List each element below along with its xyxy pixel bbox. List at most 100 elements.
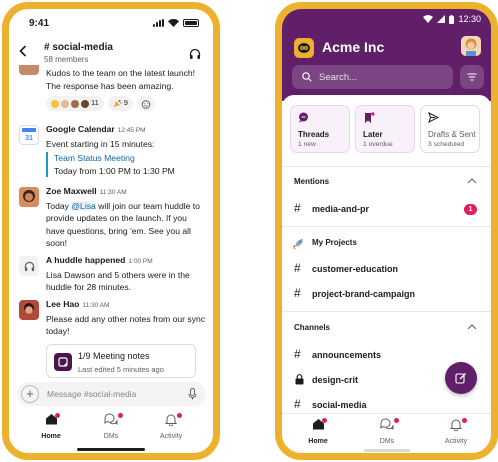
attach-button[interactable]: + xyxy=(21,385,39,403)
projects-section-header[interactable]: My Projects xyxy=(282,234,491,254)
status-icons xyxy=(153,19,199,27)
dms-icon xyxy=(104,413,118,425)
hash-icon: # xyxy=(294,261,301,275)
tab-home[interactable]: Home xyxy=(288,418,348,445)
battery-icon xyxy=(183,19,199,27)
reaction-clap[interactable]: 11 xyxy=(46,96,104,112)
headphones-icon xyxy=(189,48,201,59)
tab-label: Home xyxy=(308,438,328,445)
message-text: Kudos to the team on the latest launch! … xyxy=(46,68,196,91)
tab-home[interactable]: Home xyxy=(21,413,81,440)
send-icon xyxy=(428,112,439,123)
tab-activity[interactable]: Activity xyxy=(426,418,486,445)
channel-row-media-and-pr[interactable]: # media-and-pr 1 xyxy=(282,198,491,220)
card-sub: 1 overdue xyxy=(363,141,393,148)
tab-activity[interactable]: Activity xyxy=(141,413,201,440)
filter-icon xyxy=(467,73,477,81)
tab-label: Activity xyxy=(444,438,468,445)
dms-icon xyxy=(380,418,394,430)
threads-card[interactable]: Threads 1 new xyxy=(290,105,350,153)
phone-channel-view: 9:41 # social-media 58 members Kudos to … xyxy=(2,2,220,460)
channel-name: project-brand-campaign xyxy=(312,289,416,299)
workspace-logo[interactable] xyxy=(294,38,314,58)
message-body: Google Calendar 12:45 PM Event starting i… xyxy=(46,123,206,178)
rocket-icon xyxy=(292,239,303,250)
compose-button[interactable] xyxy=(445,362,477,394)
message-text: Event starting in 15 minutes: xyxy=(46,138,155,149)
avatar[interactable] xyxy=(19,300,39,320)
huddle-button[interactable] xyxy=(189,47,201,65)
canvas-attachment[interactable]: 1/9 Meeting notes Last edited 5 minutes … xyxy=(46,343,196,378)
microphone-icon xyxy=(188,388,197,400)
status-bar: 12:30 xyxy=(423,14,481,24)
tab-dms[interactable]: DMs xyxy=(81,413,141,440)
svg-text:31: 31 xyxy=(25,135,33,142)
member-count[interactable]: 58 members xyxy=(44,55,88,64)
add-emoji-icon xyxy=(141,99,151,109)
search-bar[interactable]: Search... xyxy=(292,65,453,89)
avatar[interactable] xyxy=(19,187,39,207)
signal-icon xyxy=(437,15,446,23)
sender-name[interactable]: Google Calendar xyxy=(46,124,115,134)
user-mention[interactable]: @Lisa xyxy=(71,200,96,211)
tab-label: DMs xyxy=(379,438,395,445)
message-feed: Kudos to the team on the latest launch! … xyxy=(9,65,213,379)
search-placeholder[interactable]: Search... xyxy=(319,72,357,83)
attachment-title: 1/9 Meeting notes xyxy=(78,350,150,361)
channel-name: announcements xyxy=(312,350,382,360)
hash-icon: # xyxy=(294,286,301,300)
message-body: A huddle happened 1:00 PM Lisa Dawson and… xyxy=(46,254,206,294)
divider xyxy=(282,311,491,312)
channel-row-customer-education[interactable]: # customer-education xyxy=(282,258,491,280)
sender-name: A huddle happened xyxy=(46,255,126,265)
filter-button[interactable] xyxy=(460,65,484,89)
search-icon xyxy=(302,72,312,82)
timestamp: 12:45 PM xyxy=(117,127,146,134)
message-body: Lee Hao 11:30 AM Please add any other not… xyxy=(46,298,206,378)
divider xyxy=(282,226,491,227)
reaction-party[interactable]: 9 xyxy=(107,96,133,112)
channel-row-social-media[interactable]: # social-media xyxy=(282,394,491,411)
google-calendar-icon[interactable]: 31 xyxy=(19,125,39,145)
drafts-card[interactable]: Drafts & Sent 3 scheduled xyxy=(420,105,480,153)
attachment-subtitle: Last edited 5 minutes ago xyxy=(78,364,164,374)
hash-icon: # xyxy=(294,201,301,215)
back-button[interactable] xyxy=(19,45,27,59)
chevron-left-icon xyxy=(19,45,27,57)
channel-name: social-media xyxy=(312,400,367,410)
channels-section-header[interactable]: Channels xyxy=(282,319,491,339)
channel-name: design-crit xyxy=(312,375,359,385)
compose-icon xyxy=(455,373,466,384)
reaction-bar: 11 9 xyxy=(46,96,206,112)
clapping-hands-icon xyxy=(51,99,59,108)
section-title: Mentions xyxy=(294,177,330,186)
event-title-link[interactable]: Team Status Meeting xyxy=(54,152,206,165)
avatar[interactable] xyxy=(19,65,39,75)
sender-name[interactable]: Zoe Maxwell xyxy=(46,186,97,196)
profile-avatar[interactable] xyxy=(461,36,481,56)
clapping-hands-icon xyxy=(61,99,69,108)
timestamp: 11:30 AM xyxy=(82,302,110,309)
message-text: Please add any other notes from our sync… xyxy=(46,313,206,337)
channel-name: customer-education xyxy=(312,264,399,274)
mentions-section-header[interactable]: Mentions xyxy=(282,173,491,193)
sender-name[interactable]: Lee Hao xyxy=(46,299,79,309)
message-text: Today @Lisa will join our team huddle to… xyxy=(46,200,206,250)
add-reaction-button[interactable] xyxy=(136,96,155,112)
tab-label: Home xyxy=(41,433,61,440)
battery-icon xyxy=(449,14,455,24)
divider xyxy=(282,166,491,167)
channel-title[interactable]: # social-media xyxy=(44,42,113,53)
reaction-count: 11 xyxy=(91,98,99,108)
channel-row-project-brand-campaign[interactable]: # project-brand-campaign xyxy=(282,283,491,305)
channel-name: media-and-pr xyxy=(312,204,370,214)
bookmark-icon xyxy=(365,112,375,123)
microphone-button[interactable] xyxy=(188,387,197,405)
workspace-name[interactable]: Acme Inc xyxy=(322,39,384,55)
home-indicator xyxy=(364,449,410,452)
message-composer[interactable]: + Message #social-media xyxy=(17,382,206,406)
status-time: 12:30 xyxy=(458,14,481,24)
composer-placeholder[interactable]: Message #social-media xyxy=(47,389,136,399)
tab-dms[interactable]: DMs xyxy=(357,418,417,445)
later-card[interactable]: Later 1 overdue xyxy=(355,105,415,153)
